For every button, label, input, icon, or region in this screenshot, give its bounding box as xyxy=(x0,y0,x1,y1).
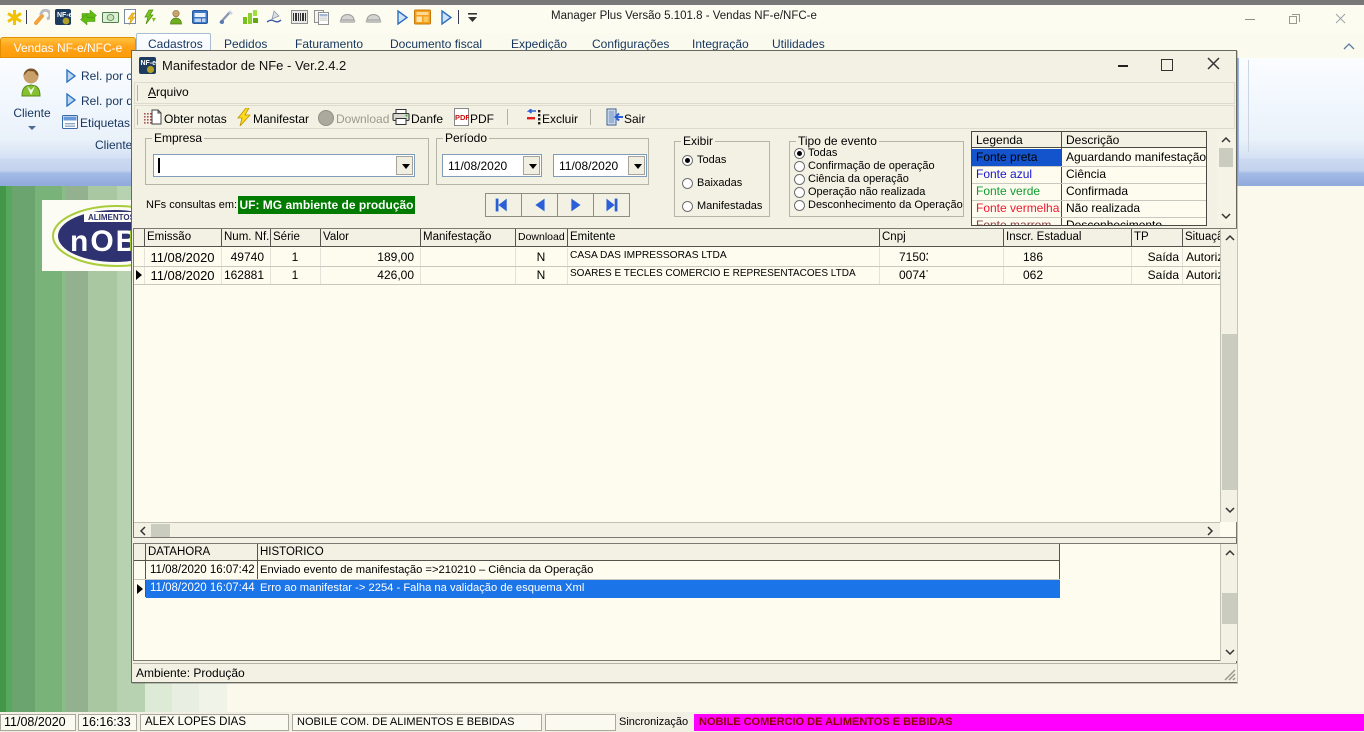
svg-text:PDF: PDF xyxy=(455,113,469,122)
svg-text:NF-e: NF-e xyxy=(141,60,157,67)
